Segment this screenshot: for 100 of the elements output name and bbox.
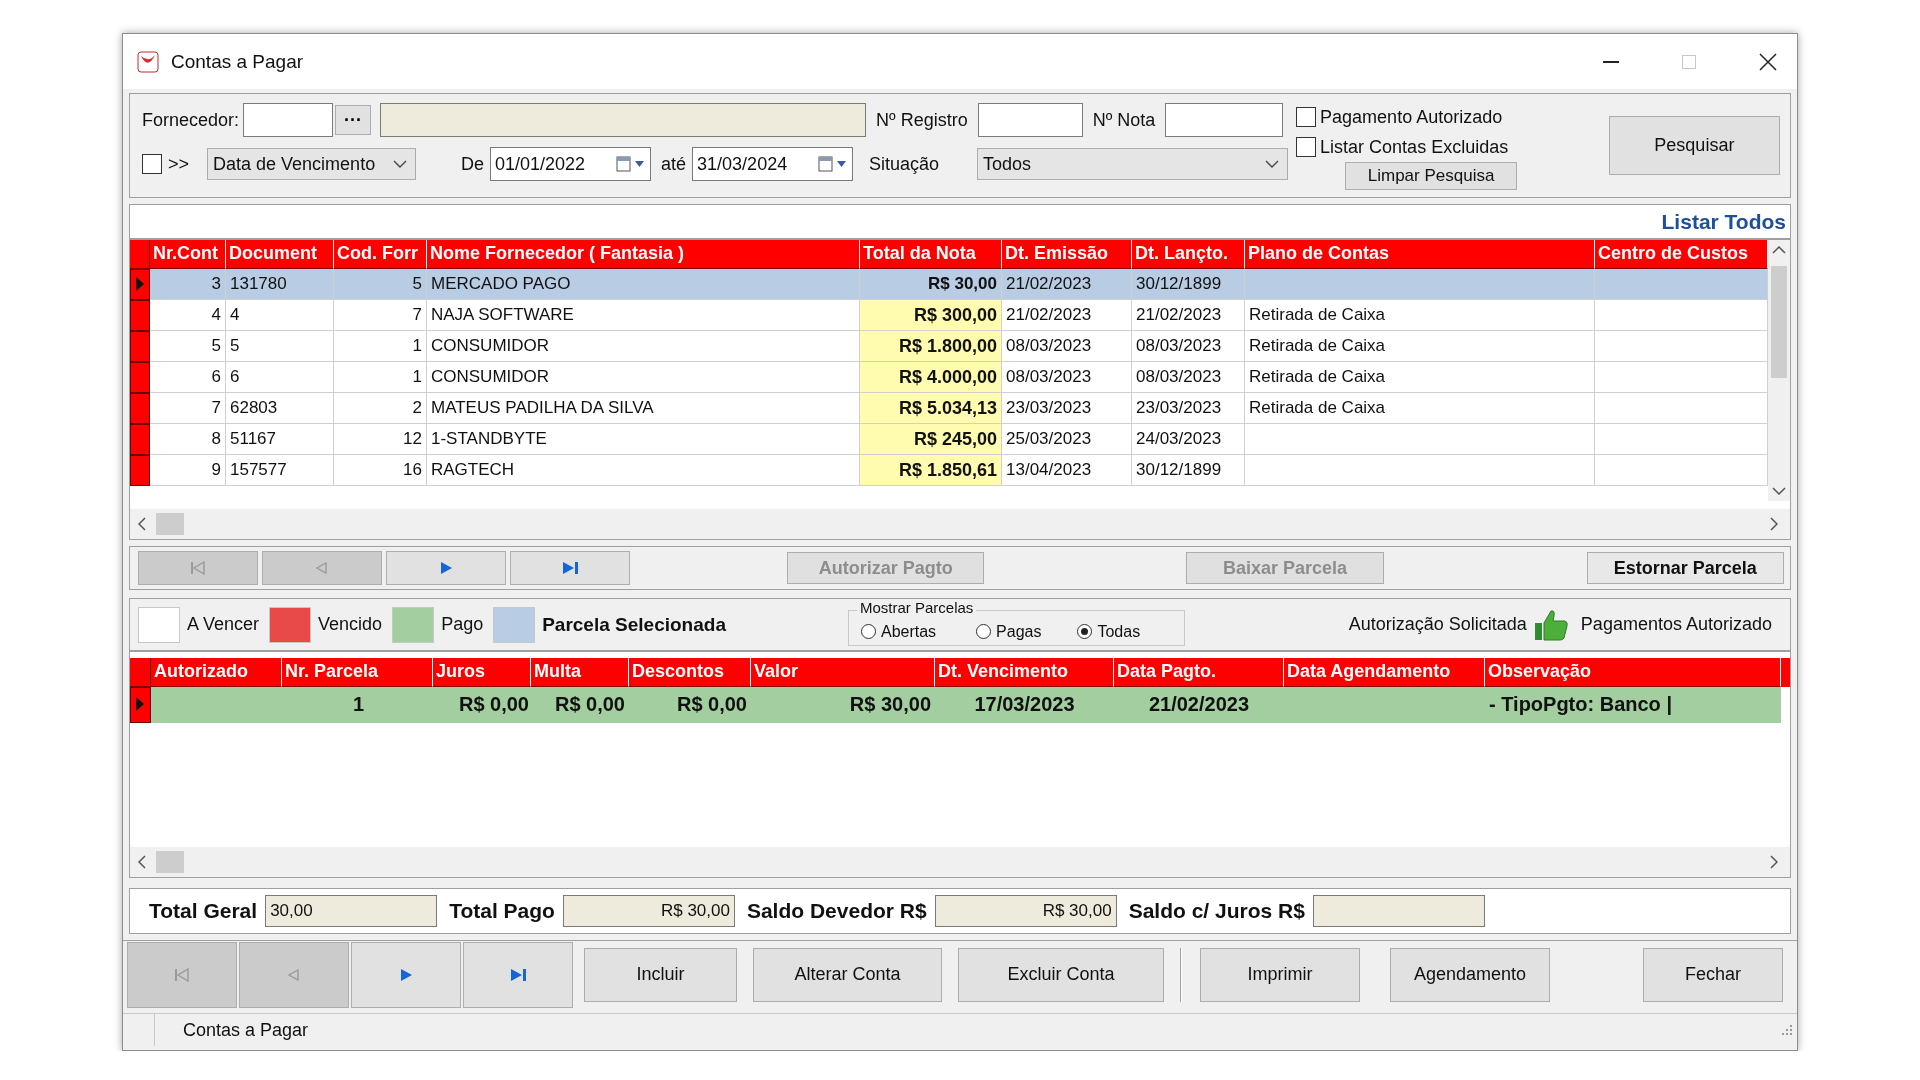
radio-label: Abertas [880, 622, 937, 641]
chevron-down-icon [393, 160, 408, 168]
calendar-dropdown-icon [616, 156, 647, 172]
navigation-button[interactable] [351, 941, 461, 1008]
vertical-scrollbar[interactable] [1768, 240, 1790, 502]
registro-field[interactable] [977, 103, 1083, 137]
table-cell: R$ 30,00 [860, 269, 1002, 300]
field-label: De [461, 153, 485, 175]
search-button[interactable]: Pesquisar [1608, 116, 1780, 175]
window-title: Contas a Pagar [171, 50, 304, 73]
resize-grip-icon [1781, 1024, 1793, 1036]
navigation-button[interactable] [386, 551, 506, 585]
table-cell: R$ 0,00 [531, 687, 629, 723]
checkbox[interactable] [142, 154, 162, 174]
table-cell: R$ 0,00 [629, 687, 751, 723]
date-type-dropdown[interactable]: Data de Vencimento [207, 148, 417, 180]
toolbar-button[interactable]: Excluir Conta [958, 947, 1164, 1002]
table-cell: 6 [150, 362, 226, 393]
table-cell: 23/03/2023 [1132, 393, 1245, 424]
toolbar-button[interactable]: Imprimir [1200, 947, 1360, 1002]
calendar-dropdown-icon [818, 156, 849, 172]
table-row[interactable]: 4 4 7 NAJA SOFTWARE R$ 300,00 21/02/2023 21/02/2023 Retirada de Caixa [130, 300, 1768, 331]
table-cell: R$ 30,00 [751, 687, 935, 723]
column-header: Autorizado [151, 658, 282, 687]
app-icon [137, 50, 159, 73]
row-indicator [130, 455, 150, 486]
checkbox[interactable] [1296, 107, 1317, 127]
table-cell: Retirada de Caixa [1245, 331, 1595, 362]
supplier-code-field[interactable] [243, 103, 334, 137]
total-field: R$ 30,00 [562, 895, 735, 927]
total-field: R$ 30,00 [934, 895, 1117, 927]
table-cell: 1 [282, 687, 433, 723]
table-cell: 5 [150, 331, 226, 362]
table-cell: 4 [150, 300, 226, 331]
list-all-link[interactable]: Listar Todos [1661, 209, 1786, 234]
scrollbar-thumb[interactable] [156, 851, 184, 873]
table-cell: R$ 245,00 [860, 424, 1002, 455]
table-cell: 7 [150, 393, 226, 424]
column-header: Nome Fornecedor ( Fantasia ) [427, 240, 860, 269]
table-row[interactable]: 7 62803 2 MATEUS PADILHA DA SILVA R$ 5.034,13 23/03/2023 23/03/2023 Retirada de Caixa [130, 393, 1768, 424]
table-cell: 6 [226, 362, 334, 393]
checkbox[interactable] [1296, 137, 1317, 157]
row-pointer-icon [135, 696, 145, 712]
legend-label: Pago [441, 614, 484, 635]
table-cell: CONSUMIDOR [427, 362, 860, 393]
radio-button[interactable] [976, 624, 992, 639]
clear-search-button[interactable]: Limpar Pesquisa [1345, 162, 1518, 190]
date-field[interactable]: 31/03/2024 [692, 147, 854, 181]
column-header: Nr. Parcela [282, 658, 433, 687]
column-header: Nr.Cont [150, 240, 226, 269]
table-cell: 21/02/2023 [1114, 687, 1284, 723]
table-cell: Retirada de Caixa [1245, 393, 1595, 424]
table-cell: 30/12/1899 [1132, 269, 1245, 300]
thumbs-up-icon [1532, 607, 1569, 642]
table-cell: R$ 1.800,00 [860, 331, 1002, 362]
groupbox-title: Mostrar Parcelas [856, 599, 977, 616]
table-cell: 08/03/2023 [1002, 331, 1132, 362]
table-row[interactable]: 1 R$ 0,00 R$ 0,00 R$ 0,00 R$ 30,00 17/03/2023 21/02/2023 - TipoPgto: Banco | [130, 687, 1790, 723]
navigation-button[interactable] [510, 551, 630, 585]
total-label: Total Geral [149, 899, 258, 923]
browse-button[interactable]: ··· [335, 105, 372, 135]
field-label: Situação [869, 153, 941, 175]
column-header: Observação [1485, 658, 1781, 687]
skip-first-icon [189, 561, 207, 575]
table-cell: 23/03/2023 [1002, 393, 1132, 424]
table-row[interactable]: 8 51167 12 1-STANDBYTE R$ 245,00 25/03/2023 24/03/2023 [130, 424, 1768, 455]
toolbar-button[interactable]: Alterar Conta [753, 947, 942, 1002]
dropdown-value: Data de Vencimento [213, 153, 376, 175]
table-cell: 2 [334, 393, 427, 424]
table-cell: 21/02/2023 [1002, 269, 1132, 300]
scrollbar-thumb[interactable] [156, 513, 184, 536]
table-row[interactable]: 3 131780 5 MERCADO PAGO R$ 30,00 21/02/2023 30/12/1899 [130, 269, 1768, 300]
checkbox-label: Listar Contas Excluidas [1320, 136, 1509, 158]
nota-field[interactable] [1165, 103, 1284, 137]
table-row[interactable]: 6 6 1 CONSUMIDOR R$ 4.000,00 08/03/2023 08/03/2023 Retirada de Caixa [130, 362, 1768, 393]
toolbar-button[interactable]: Agendamento [1390, 947, 1550, 1002]
status-dropdown[interactable]: Todos [977, 148, 1289, 180]
action-button[interactable]: Estornar Parcela [1586, 552, 1784, 584]
table-row[interactable]: 9 157577 16 RAGTECH R$ 1.850,61 13/04/2023 30/12/1899 [130, 455, 1768, 486]
table-row[interactable]: 5 5 1 CONSUMIDOR R$ 1.800,00 08/03/2023 08/03/2023 Retirada de Caixa [130, 331, 1768, 362]
radio-button[interactable] [1077, 624, 1093, 639]
scrollbar-thumb[interactable] [1771, 266, 1787, 378]
legend-label: Pagamentos Autorizado [1580, 614, 1772, 635]
table-cell: R$ 1.850,61 [860, 455, 1002, 486]
table-cell: 157577 [226, 455, 334, 486]
total-label: Saldo c/ Juros R$ [1128, 899, 1305, 923]
radio-button[interactable] [860, 624, 876, 639]
table-cell: 51167 [226, 424, 334, 455]
chevron-right-icon [1770, 855, 1778, 869]
date-field[interactable]: 01/01/2022 [490, 147, 652, 181]
navigation-button[interactable] [463, 941, 573, 1008]
field-label: Nº Registro [876, 109, 968, 131]
table-cell: 13/04/2023 [1002, 455, 1132, 486]
table-cell: 30/12/1899 [1132, 455, 1245, 486]
row-indicator [130, 300, 150, 331]
column-header: Data Agendamento [1284, 658, 1485, 687]
toolbar-button[interactable]: Fechar [1643, 947, 1783, 1002]
table-cell: 24/03/2023 [1132, 424, 1245, 455]
table-cell: 21/02/2023 [1002, 300, 1132, 331]
toolbar-button[interactable]: Incluir [584, 947, 737, 1002]
